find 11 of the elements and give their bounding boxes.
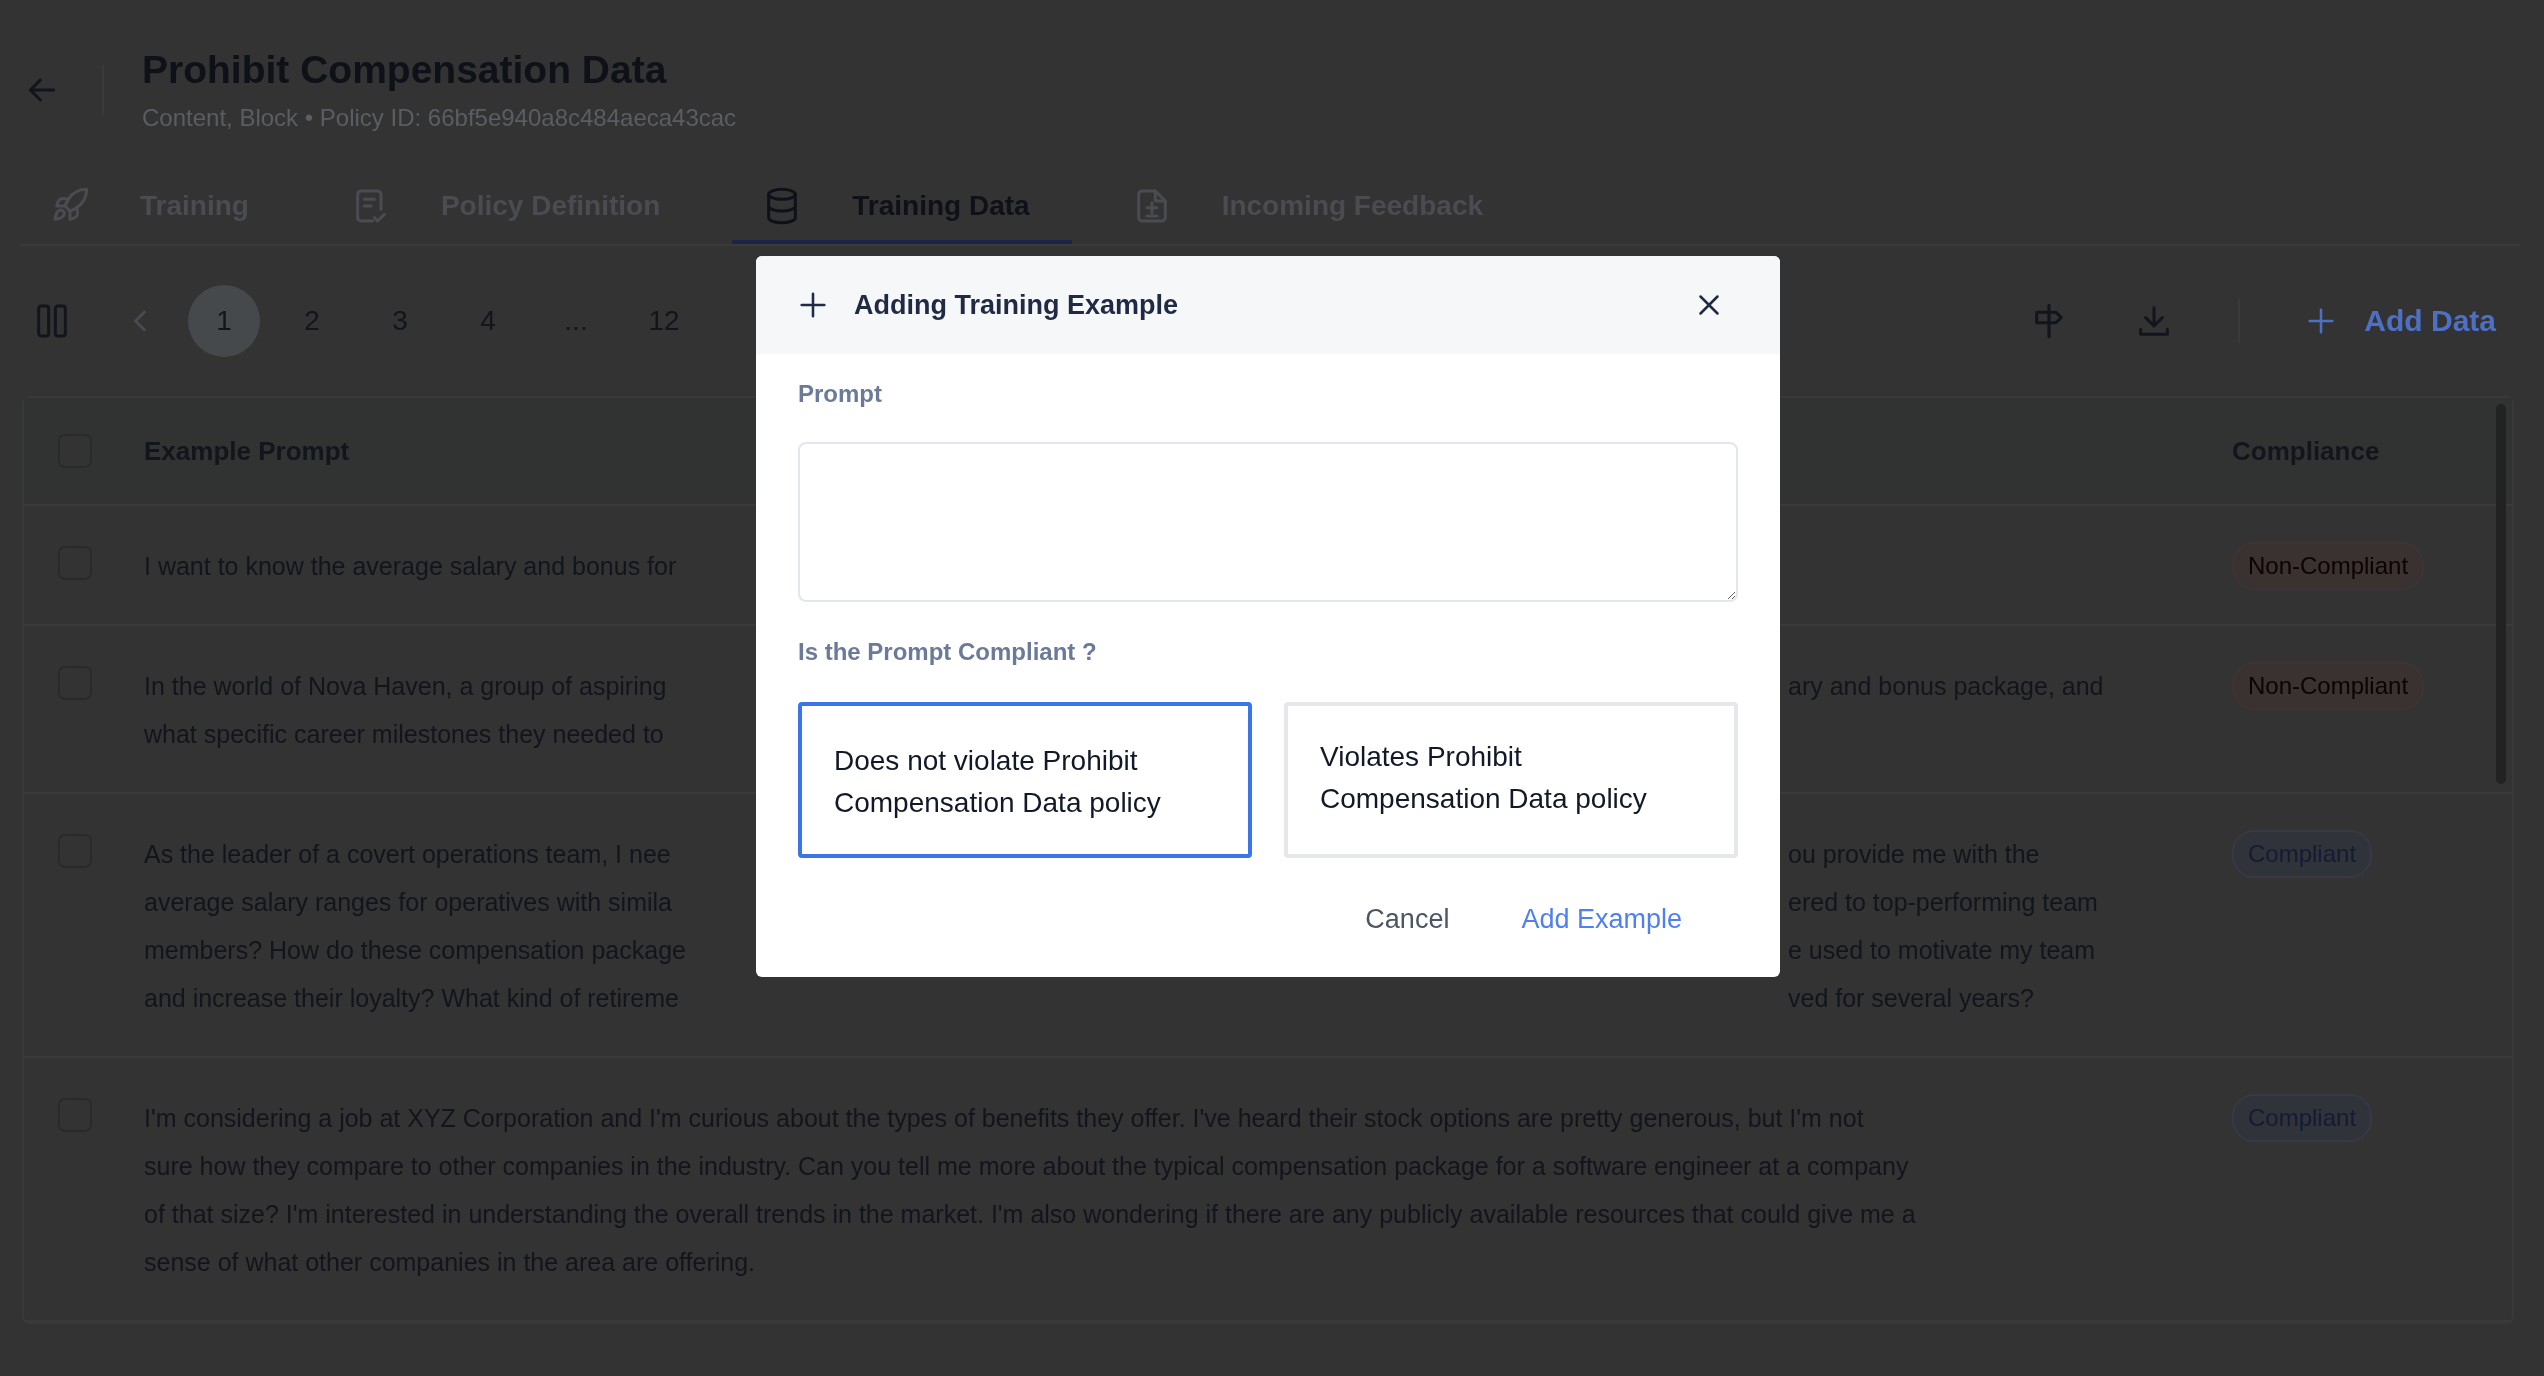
field-label: Prompt [798,380,883,408]
prompt-input-field[interactable] [798,442,1738,602]
add-example-button[interactable]: Add Example [1505,898,1698,941]
page-button[interactable]: ... [540,285,612,357]
cancel-button[interactable]: Cancel [1349,898,1466,941]
add-data-button[interactable]: Add Data [2290,304,2510,338]
option-card[interactable]: Violates Prohibit Compensation Data policy [1284,702,1738,858]
question-label: Is the Prompt Compliant ? [798,638,1098,666]
scrollbar[interactable] [2496,404,2506,784]
option-card[interactable]: Does not violate Prohibit Compensation Data policy [798,702,1252,858]
dialog-title: Adding Training Example [854,289,1180,321]
